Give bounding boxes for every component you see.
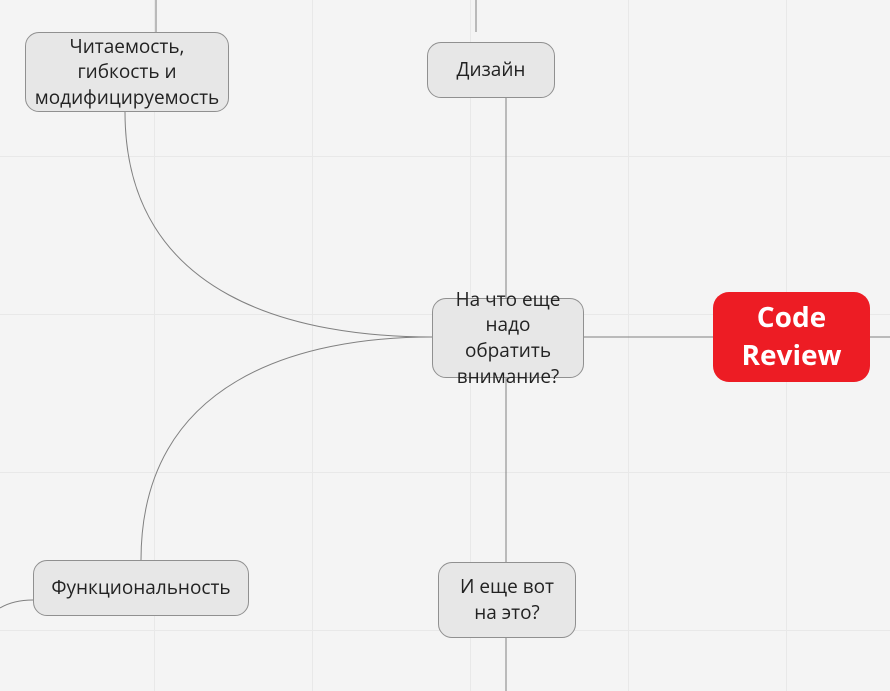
node-label: Читаемость, гибкость и модифицируемость <box>35 34 219 111</box>
node-label: Функциональность <box>51 575 230 601</box>
node-functionality[interactable]: Функциональность <box>33 560 249 616</box>
node-readability[interactable]: Читаемость, гибкость и модифицируемость <box>25 32 229 112</box>
node-center-attention[interactable]: На что еще надо обратить внимание? <box>432 298 584 378</box>
mindmap-canvas[interactable]: { "nodes": { "root": { "label": "Code Re… <box>0 0 890 691</box>
node-design[interactable]: Дизайн <box>427 42 555 98</box>
node-label: Code Review <box>729 299 854 375</box>
node-label: Дизайн <box>457 57 526 83</box>
node-root-code-review[interactable]: Code Review <box>713 292 870 382</box>
node-label: На что еще надо обратить внимание? <box>449 287 567 390</box>
node-more[interactable]: И еще вот на это? <box>438 562 576 638</box>
node-label: И еще вот на это? <box>455 574 559 625</box>
